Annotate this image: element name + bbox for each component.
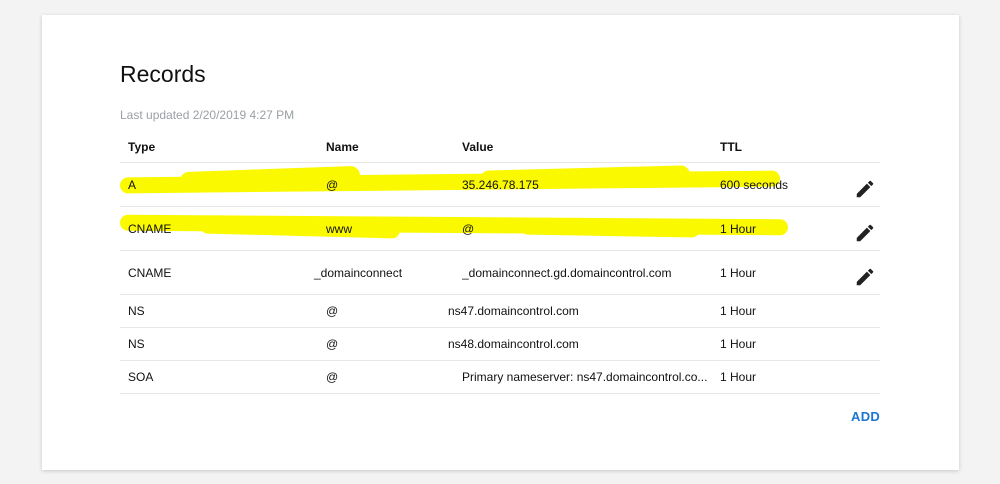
record-ttl: 1 Hour (720, 337, 757, 351)
table-row: CNAME www @ 1 Hour (119, 207, 880, 251)
record-name: www (326, 221, 352, 236)
record-value: _domainconnect.gd.domaincontrol.com (462, 265, 672, 280)
record-type: NS (128, 304, 145, 318)
record-type: A (128, 177, 137, 192)
header-type: Type (128, 140, 156, 154)
table-row: A @ 35.246.78.175 600 seconds (119, 163, 880, 207)
page-title: Records (120, 61, 206, 87)
record-name: @ (326, 370, 339, 384)
table-row: SOA @ Primary nameserver: ns47.domaincon… (120, 361, 880, 394)
record-type: SOA (128, 370, 154, 384)
record-name: _domainconnect (314, 265, 403, 280)
record-type: CNAME (128, 221, 172, 236)
record-ttl: 1 Hour (720, 265, 757, 280)
header-ttl: TTL (720, 140, 742, 154)
record-ttl: 1 Hour (720, 370, 757, 384)
record-value: Primary nameserver: ns47.domaincontrol.c… (462, 370, 707, 384)
record-name: @ (326, 304, 339, 318)
record-type: NS (128, 337, 145, 351)
table-row: NS @ ns47.domaincontrol.com 1 Hour (120, 295, 880, 328)
table-row: CNAME _domainconnect _domainconnect.gd.d… (120, 251, 880, 295)
record-ttl: 600 seconds (720, 177, 789, 192)
add-record-button[interactable]: ADD (851, 409, 880, 424)
record-value: ns47.domaincontrol.com (448, 304, 579, 318)
pencil-icon[interactable] (854, 178, 876, 200)
record-ttl: 1 Hour (720, 221, 757, 236)
pencil-icon[interactable] (854, 266, 876, 288)
record-value: 35.246.78.175 (462, 177, 539, 192)
records-table: Type Name Value TTL A @ 35.246.78.175 60… (119, 133, 880, 394)
record-name: @ (326, 337, 339, 351)
table-header-row: Type Name Value TTL (120, 133, 880, 163)
record-value: ns48.domaincontrol.com (448, 337, 579, 351)
pencil-icon[interactable] (854, 222, 876, 244)
last-updated-text: Last updated 2/20/2019 4:27 PM (120, 108, 295, 122)
record-name: @ (326, 177, 339, 192)
record-ttl: 1 Hour (720, 304, 757, 318)
highlight-mark (519, 218, 701, 238)
header-value: Value (462, 140, 494, 154)
table-row: NS @ ns48.domaincontrol.com 1 Hour (120, 328, 880, 361)
record-type: CNAME (128, 265, 172, 280)
records-card: Records Last updated 2/20/2019 4:27 PM T… (42, 15, 959, 470)
header-name: Name (326, 140, 359, 154)
record-value: @ (462, 221, 475, 236)
